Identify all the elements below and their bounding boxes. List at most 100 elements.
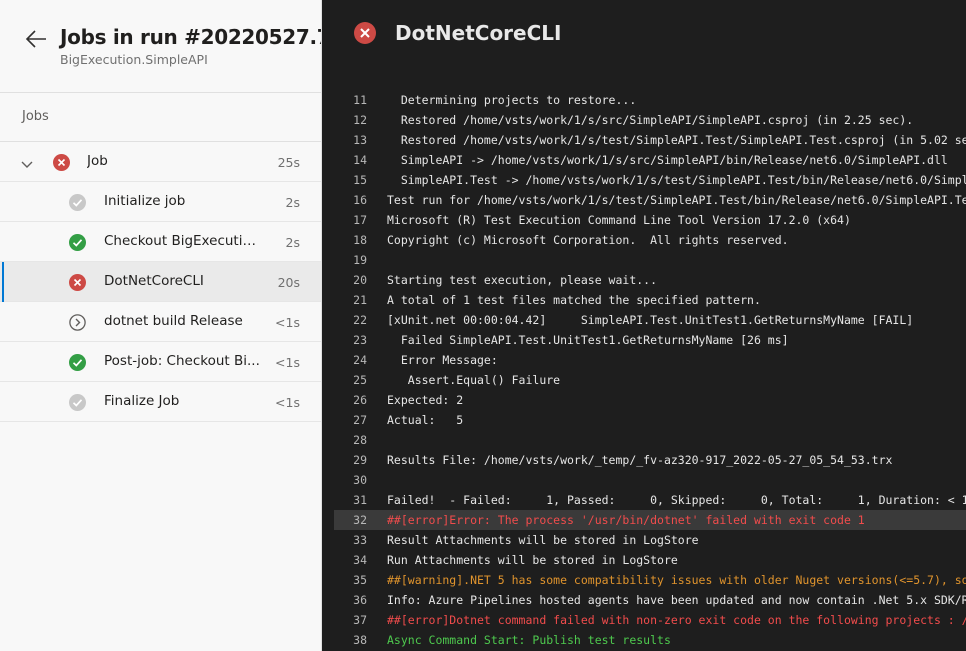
line-text: Result Attachments will be stored in Log… bbox=[387, 533, 699, 547]
line-text: Run Attachments will be stored in LogSto… bbox=[387, 553, 678, 567]
line-text: Copyright (c) Microsoft Corporation. All… bbox=[387, 233, 789, 247]
step-row[interactable]: Post-job: Checkout Bi... <1s bbox=[0, 342, 321, 382]
log-line: 20 Starting test execution, please wait..… bbox=[322, 270, 966, 290]
step-duration: 2s bbox=[285, 235, 300, 250]
step-label: dotnet build Release bbox=[104, 313, 243, 329]
line-number: 30 bbox=[353, 473, 367, 487]
step-label: Finalize Job bbox=[104, 393, 180, 409]
line-number: 18 bbox=[353, 233, 367, 247]
log-panel: DotNetCoreCLI 11 Determining projects to… bbox=[322, 0, 966, 651]
line-number: 15 bbox=[353, 173, 367, 187]
line-number: 16 bbox=[353, 193, 367, 207]
pending-chevron-icon bbox=[69, 314, 86, 331]
line-text: Microsoft (R) Test Execution Command Lin… bbox=[387, 213, 851, 227]
failed-x-icon bbox=[69, 274, 86, 291]
log-line: 35 ##[warning].NET 5 has some compatibili… bbox=[322, 570, 966, 590]
line-text: Error Message: bbox=[387, 353, 498, 367]
step-duration: 2s bbox=[285, 195, 300, 210]
line-text: Restored /home/vsts/work/1/s/src/SimpleA… bbox=[387, 113, 914, 127]
line-number: 22 bbox=[353, 313, 367, 327]
line-number: 35 bbox=[353, 573, 367, 587]
log-line: 27 Actual: 5 bbox=[322, 410, 966, 430]
success-check-icon bbox=[69, 234, 86, 251]
jobs-section-label: Jobs bbox=[22, 109, 49, 124]
log-line: 19 bbox=[322, 250, 966, 270]
log-line: 22 [xUnit.net 00:00:04.42] SimpleAPI.Test… bbox=[322, 310, 966, 330]
log-line: 36 Info: Azure Pipelines hosted agents ha… bbox=[322, 590, 966, 610]
line-number: 32 bbox=[353, 513, 367, 527]
job-duration: 25s bbox=[277, 155, 300, 170]
log-line: 16 Test run for /home/vsts/work/1/s/test/… bbox=[322, 190, 966, 210]
line-number: 36 bbox=[353, 593, 367, 607]
page-title: Jobs in run #20220527.7 bbox=[60, 25, 322, 49]
line-text: Restored /home/vsts/work/1/s/test/Simple… bbox=[387, 133, 966, 147]
log-line: 38 Async Command Start: Publish test resu… bbox=[322, 630, 966, 650]
line-number: 25 bbox=[353, 373, 367, 387]
step-label: Checkout BigExecution/... bbox=[104, 233, 264, 249]
log-line: 12 Restored /home/vsts/work/1/s/src/Simp… bbox=[322, 110, 966, 130]
log-line: 32 ##[error]Error: The process '/usr/bin/… bbox=[334, 510, 966, 530]
line-text: SimpleAPI -> /home/vsts/work/1/s/src/Sim… bbox=[387, 153, 948, 167]
pipeline-name: BigExecution.SimpleAPI bbox=[60, 52, 208, 67]
step-label: Initialize job bbox=[104, 193, 186, 209]
step-title: DotNetCoreCLI bbox=[395, 21, 562, 45]
line-text: Async Command Start: Publish test result… bbox=[387, 633, 671, 647]
line-number: 12 bbox=[353, 113, 367, 127]
header-divider bbox=[0, 92, 321, 93]
log-line: 15 SimpleAPI.Test -> /home/vsts/work/1/s… bbox=[322, 170, 966, 190]
log-line: 11 Determining projects to restore... bbox=[322, 90, 966, 110]
line-text: Starting test execution, please wait... bbox=[387, 273, 658, 287]
line-number: 24 bbox=[353, 353, 367, 367]
line-text: [xUnit.net 00:00:04.42] SimpleAPI.Test.U… bbox=[387, 313, 914, 327]
log-line: 29 Results File: /home/vsts/work/_temp/_f… bbox=[322, 450, 966, 470]
log-line: 31 Failed! - Failed: 1, Passed: 0, Skippe… bbox=[322, 490, 966, 510]
line-number: 23 bbox=[353, 333, 367, 347]
chevron-down-icon[interactable] bbox=[20, 156, 34, 168]
log-output: 11 Determining projects to restore... 12 … bbox=[322, 90, 966, 650]
job-row[interactable]: Job 25s bbox=[0, 142, 321, 182]
step-row[interactable]: dotnet build Release <1s bbox=[0, 302, 321, 342]
success-check-icon bbox=[69, 354, 86, 371]
line-text: SimpleAPI.Test -> /home/vsts/work/1/s/te… bbox=[400, 173, 966, 187]
step-row[interactable]: Finalize Job <1s bbox=[0, 382, 321, 422]
skipped-check-icon bbox=[69, 194, 86, 211]
line-text: Results File: /home/vsts/work/_temp/_fv-… bbox=[387, 453, 893, 467]
step-row[interactable]: Checkout BigExecution/... 2s bbox=[0, 222, 321, 262]
log-line: 17 Microsoft (R) Test Execution Command L… bbox=[322, 210, 966, 230]
line-number: 21 bbox=[353, 293, 367, 307]
step-duration: <1s bbox=[275, 395, 300, 410]
log-line: 25 Assert.Equal() Failure bbox=[322, 370, 966, 390]
line-text: Actual: 5 bbox=[387, 413, 464, 427]
line-number: 38 bbox=[353, 633, 367, 647]
step-row[interactable]: DotNetCoreCLI 20s bbox=[0, 262, 321, 302]
log-line: 14 SimpleAPI -> /home/vsts/work/1/s/src/… bbox=[322, 150, 966, 170]
failed-x-icon bbox=[53, 154, 70, 171]
skipped-check-icon bbox=[69, 394, 86, 411]
job-label: Job bbox=[87, 153, 108, 169]
line-text: Assert.Equal() Failure bbox=[387, 373, 561, 387]
step-duration: <1s bbox=[275, 355, 300, 370]
log-line: 33 Result Attachments will be stored in L… bbox=[322, 530, 966, 550]
step-duration: <1s bbox=[275, 315, 300, 330]
line-text: Failed! - Failed: 1, Passed: 0, Skipped:… bbox=[387, 493, 966, 507]
jobs-panel: Jobs in run #20220527.7 BigExecution.Sim… bbox=[0, 0, 322, 651]
line-text: ##[warning].NET 5 has some compatibility… bbox=[387, 573, 966, 587]
line-number: 34 bbox=[353, 553, 367, 567]
log-line: 26 Expected: 2 bbox=[322, 390, 966, 410]
log-line: 21 A total of 1 test files matched the sp… bbox=[322, 290, 966, 310]
step-row[interactable]: Initialize job 2s bbox=[0, 182, 321, 222]
line-number: 27 bbox=[353, 413, 367, 427]
log-line: 18 Copyright (c) Microsoft Corporation. A… bbox=[322, 230, 966, 250]
line-text: Info: Azure Pipelines hosted agents have… bbox=[387, 593, 966, 607]
step-label: DotNetCoreCLI bbox=[104, 273, 204, 289]
back-arrow-icon[interactable] bbox=[24, 28, 48, 50]
line-number: 20 bbox=[353, 273, 367, 287]
line-text: ##[error]Error: The process '/usr/bin/do… bbox=[387, 513, 865, 527]
log-line: 24 Error Message: bbox=[322, 350, 966, 370]
line-number: 11 bbox=[353, 93, 367, 107]
line-number: 19 bbox=[353, 253, 367, 267]
line-number: 33 bbox=[353, 533, 367, 547]
line-text: Failed SimpleAPI.Test.UnitTest1.GetRetur… bbox=[387, 333, 789, 347]
log-line: 28 bbox=[322, 430, 966, 450]
log-line: 30 bbox=[322, 470, 966, 490]
